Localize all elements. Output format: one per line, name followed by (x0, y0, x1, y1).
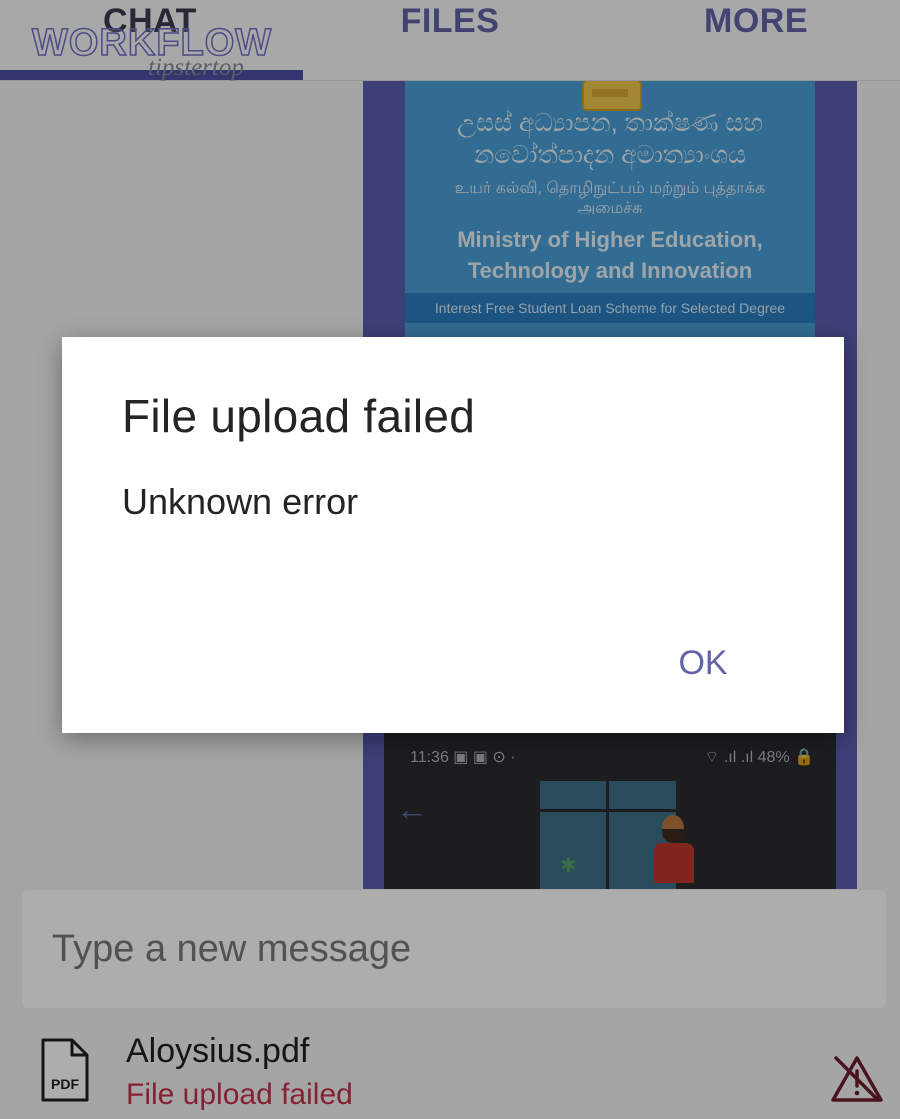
dialog-message: Unknown error (122, 481, 359, 522)
dialog-title: File upload failed (122, 390, 476, 442)
error-dialog: File upload failed Unknown error OK (62, 337, 844, 733)
ok-button[interactable]: OK (658, 633, 748, 693)
